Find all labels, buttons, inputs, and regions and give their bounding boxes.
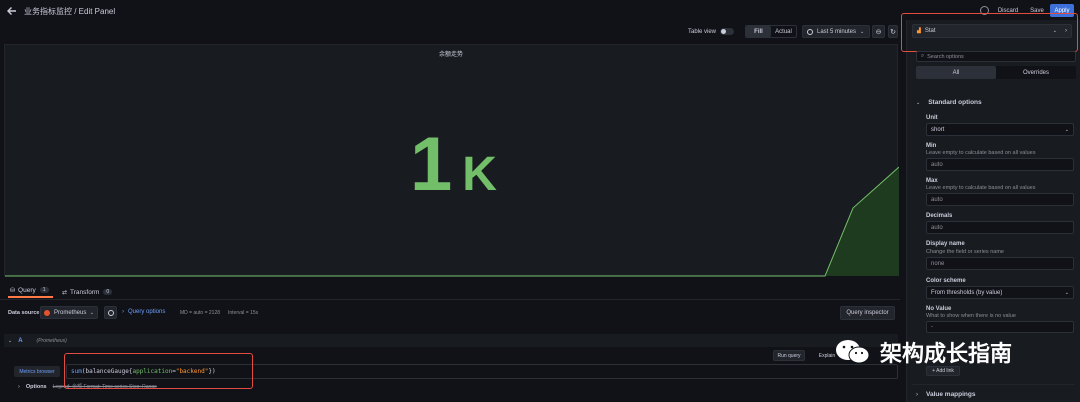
decimals-input[interactable]: auto: [926, 221, 1074, 234]
query-options-label: Query options: [128, 309, 166, 315]
chevron-down-icon: ⌄: [1064, 289, 1069, 296]
display-name-input[interactable]: none: [926, 257, 1074, 270]
database-icon: ⛁: [10, 287, 16, 294]
chevron-down-icon: ⌄: [89, 309, 94, 316]
query-inspector-button[interactable]: Query inspector: [840, 306, 895, 320]
tab-transform-count: 0: [103, 289, 113, 295]
min-description: Leave empty to calculate based on all va…: [926, 150, 1036, 156]
unit-value: short: [931, 126, 945, 133]
transform-icon: ⇄: [62, 289, 68, 296]
table-view-toggle[interactable]: Table view: [688, 25, 740, 38]
options-tab-group: All Overrides: [916, 66, 1076, 79]
prometheus-icon: [44, 309, 50, 316]
chevron-down-icon: ⌄: [916, 99, 921, 106]
panel-preview: 余额走势 1 K: [4, 44, 899, 277]
search-options-input[interactable]: ⌕ Search options: [916, 51, 1076, 62]
datasource-picker[interactable]: Prometheus ⌄: [40, 306, 98, 319]
max-input[interactable]: auto: [926, 193, 1074, 206]
max-value: auto: [931, 196, 943, 203]
color-scheme-select[interactable]: From thresholds (by value) ⌄: [926, 286, 1074, 299]
chevron-right-icon: ›: [916, 391, 918, 398]
value-mappings-label: Value mappings: [926, 391, 976, 398]
max-description: Leave empty to calculate based on all va…: [926, 185, 1036, 191]
time-range-label: Last 5 minutes: [817, 28, 857, 35]
color-scheme-value: From thresholds (by value): [931, 289, 1003, 296]
wechat-logo-icon: [836, 340, 870, 364]
table-view-label: Table view: [688, 28, 717, 35]
refresh-button[interactable]: ↻: [888, 25, 898, 38]
standard-options-header[interactable]: ⌄ Standard options: [916, 99, 982, 106]
fill-actual-group: Fill Actual: [745, 25, 797, 38]
tab-query[interactable]: ⛁ Query 1: [8, 286, 53, 298]
watermark-text: 架构成长指南: [880, 342, 1013, 367]
chevron-down-icon: ⌄: [8, 337, 13, 344]
zoom-out-icon: ⊖: [875, 28, 882, 36]
clock-icon: [807, 28, 813, 35]
tab-all[interactable]: All: [916, 66, 996, 79]
chevron-down-icon: ⌄: [1064, 126, 1069, 133]
sparkline: [5, 166, 899, 277]
search-icon: ⌕: [921, 53, 925, 59]
tab-transform[interactable]: ⇄ Transform 0: [62, 286, 113, 298]
options-divider: [912, 384, 1074, 385]
tab-transform-label: Transform: [70, 288, 100, 296]
tab-overrides[interactable]: Overrides: [996, 66, 1076, 79]
metrics-browser-button[interactable]: Metrics browser: [14, 366, 60, 377]
no-value-label: No Value: [926, 306, 952, 312]
chevron-down-icon: ⌄: [860, 28, 865, 35]
no-value-input[interactable]: -: [926, 321, 1074, 333]
value-mappings-header[interactable]: › Value mappings: [916, 391, 976, 398]
decimals-value: auto: [931, 224, 943, 231]
fill-button[interactable]: Fill: [746, 26, 771, 37]
display-name-value: none: [931, 260, 945, 267]
standard-options-label: Standard options: [928, 99, 982, 106]
decimals-label: Decimals: [926, 213, 953, 219]
display-name-description: Change the field or series name: [926, 249, 1004, 255]
no-value-description: What to show when there is no value: [926, 313, 1016, 319]
query-options-md: MD = auto = 2128: [180, 310, 221, 316]
color-scheme-label: Color scheme: [926, 278, 966, 284]
viz-highlight-box: [901, 13, 1078, 52]
display-name-label: Display name: [926, 241, 965, 247]
unit-select[interactable]: short ⌄: [926, 123, 1074, 136]
query-a-header[interactable]: ⌄ A (Prometheus): [4, 334, 898, 347]
chevron-right-icon: ›: [122, 309, 124, 315]
query-ref: A: [18, 337, 23, 344]
query-options-toggle[interactable]: › Query options: [122, 309, 165, 315]
min-input[interactable]: auto: [926, 158, 1074, 171]
watermark: 架构成长指南: [834, 336, 1012, 368]
back-arrow-icon[interactable]: [6, 5, 18, 17]
datasource-label: Data source: [8, 310, 40, 316]
unit-label: Unit: [926, 115, 938, 121]
datasource-name: Prometheus: [54, 309, 87, 316]
help-icon: [107, 309, 114, 316]
no-value-value: -: [931, 324, 933, 330]
tab-query-count: 1: [39, 287, 49, 293]
min-label: Min: [926, 143, 937, 149]
tab-query-label: Query: [18, 286, 36, 294]
datasource-help-button[interactable]: [104, 306, 117, 319]
toggle-switch[interactable]: [720, 28, 735, 35]
refresh-icon: ↻: [890, 28, 896, 36]
page-title: 业务指标监控 / Edit Panel: [24, 7, 116, 16]
actual-button[interactable]: Actual: [771, 26, 796, 37]
max-label: Max: [926, 178, 938, 184]
search-placeholder: Search options: [927, 53, 964, 60]
time-range-picker[interactable]: Last 5 minutes ⌄: [802, 25, 870, 38]
query-options-interval: Interval = 15s: [228, 310, 259, 316]
zoom-out-button[interactable]: ⊖: [872, 25, 885, 38]
chevron-right-icon: ›: [18, 383, 20, 390]
min-value: auto: [931, 161, 943, 168]
query-highlight-box: [64, 353, 253, 389]
run-query-button[interactable]: Run query: [773, 350, 805, 361]
query-source: (Prometheus): [36, 337, 67, 344]
options-label: Options: [25, 383, 47, 390]
tabs-divider: [0, 299, 900, 300]
